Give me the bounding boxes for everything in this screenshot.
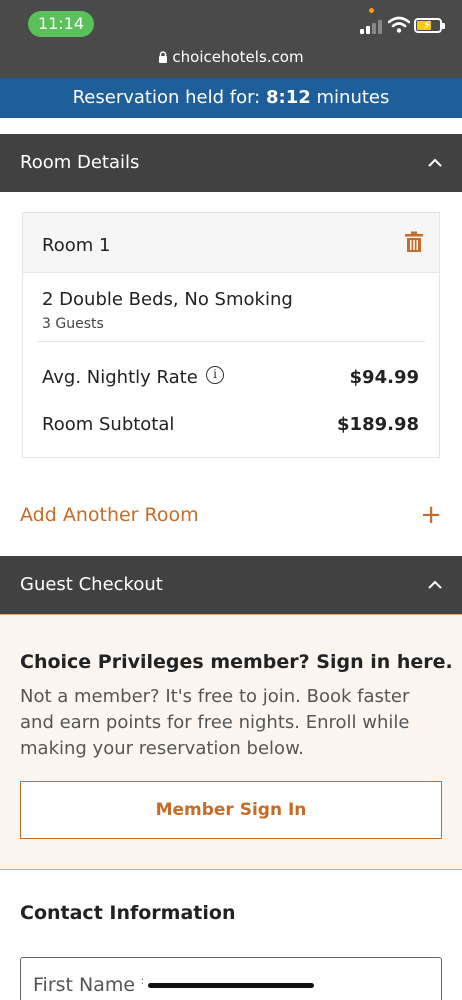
nightly-rate-value: $94.99 [349, 367, 419, 388]
add-room-label: Add Another Room [20, 504, 199, 526]
room-details-title: Room Details [20, 152, 140, 173]
signal-icon [360, 18, 386, 34]
info-icon[interactable]: i [206, 366, 224, 384]
address-bar[interactable]: choicehotels.com [0, 48, 462, 66]
member-signin-panel: Choice Privileges member? Sign in here. … [0, 614, 462, 870]
reservation-time: 8:12 [265, 87, 311, 108]
guest-checkout-title: Guest Checkout [20, 574, 163, 595]
reservation-timer-banner: Reservation held for: 8:12 minutes [0, 78, 462, 118]
add-another-room-button[interactable]: Add Another Room + [20, 500, 442, 534]
trash-icon[interactable] [404, 231, 424, 253]
divider [37, 341, 425, 342]
reservation-suffix: minutes [316, 87, 390, 108]
contact-information-title: Contact Information [20, 902, 236, 924]
member-description: Not a member? It's free to join. Book fa… [20, 686, 410, 759]
room-card-header: Room 1 [23, 213, 439, 273]
battery-charging-icon: ⚡ [414, 18, 445, 33]
chevron-up-icon [428, 158, 442, 167]
room-details-header[interactable]: Room Details [0, 134, 462, 192]
privacy-indicator-dot [369, 8, 374, 13]
plus-icon: + [420, 500, 442, 530]
status-bar: 11:14 ⚡ choicehotels.com [0, 0, 462, 78]
room-subtotal-value: $189.98 [337, 414, 419, 435]
lock-icon [159, 51, 168, 63]
room-card: Room 1 2 Double Beds, No Smoking 3 Guest… [22, 212, 440, 458]
room-subtotal-label: Room Subtotal [42, 414, 175, 435]
chevron-up-icon [428, 580, 442, 589]
status-time: 11:14 [28, 11, 94, 37]
member-question: Choice Privileges member? Sign in here. [20, 651, 453, 673]
member-sign-in-button[interactable]: Member Sign In [20, 781, 442, 839]
first-name-field[interactable] [20, 957, 442, 1000]
first-name-input[interactable] [33, 974, 143, 996]
nightly-rate-label: Avg. Nightly Rate [42, 367, 198, 388]
guest-checkout-header[interactable]: Guest Checkout [0, 556, 462, 614]
url-text: choicehotels.com [172, 48, 304, 66]
room-title: Room 1 [42, 235, 111, 256]
bed-type: 2 Double Beds, No Smoking [42, 289, 293, 310]
reservation-prefix: Reservation held for: [72, 87, 261, 108]
guest-count: 3 Guests [42, 316, 104, 332]
home-indicator[interactable] [148, 983, 314, 988]
wifi-icon [388, 16, 410, 33]
